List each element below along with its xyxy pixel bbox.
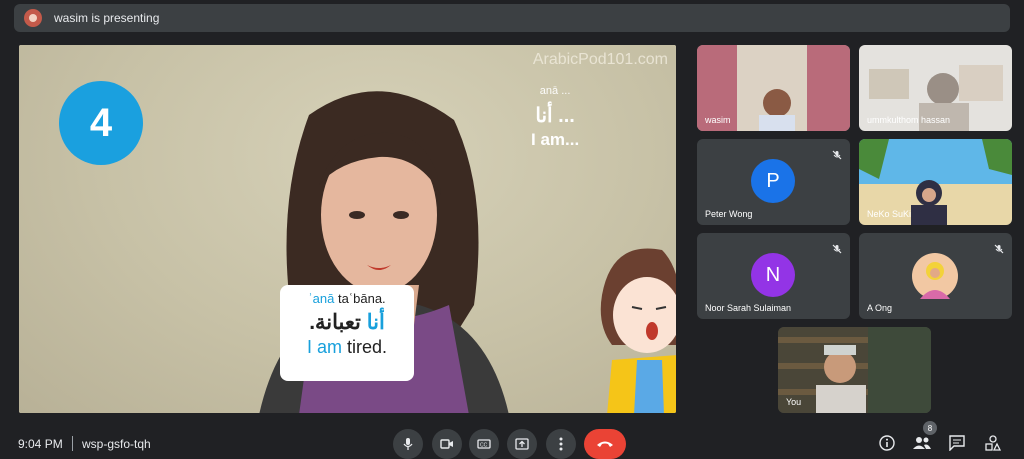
presenting-banner: wasim is presenting (14, 4, 1010, 32)
participant-tile-ummkulthom[interactable]: ummkulthom hassan (859, 45, 1012, 131)
watermark: ArabicPod101.com (532, 51, 668, 68)
participant-tile-self[interactable]: You (778, 327, 931, 413)
microphone-icon (403, 438, 413, 450)
avatar: N (751, 253, 795, 297)
phrase-transliteration: anā ... (539, 85, 571, 97)
people-icon (913, 437, 931, 449)
chat-button[interactable] (947, 433, 967, 453)
divider (72, 436, 73, 451)
subtitle-translit-highlight: ʾanā (308, 291, 335, 306)
presenting-text: wasim is presenting (54, 11, 160, 25)
participant-count-badge: 8 (923, 421, 937, 435)
captions-button[interactable]: CC (469, 429, 499, 459)
chat-icon (949, 435, 965, 451)
subtitle-english-highlight: I am (306, 337, 342, 357)
meeting-details-button[interactable] (877, 433, 897, 453)
people-button[interactable] (912, 433, 932, 453)
subtitle-transliteration: ʾanā taʿbāna. (280, 291, 414, 306)
present-screen-button[interactable] (507, 429, 537, 459)
participant-tile-a-ong[interactable]: A Ong (859, 233, 1012, 319)
avatar (912, 253, 958, 299)
subtitle-arabic-rest: تعبانة. (309, 311, 367, 334)
mic-off-icon (832, 147, 842, 165)
phone-hangup-icon (597, 441, 613, 447)
participant-tile-peter-wong[interactable]: P Peter Wong (697, 139, 850, 225)
mic-off-icon (832, 241, 842, 259)
participant-tile-neko-suki[interactable]: NeKo SuKi (859, 139, 1012, 225)
subtitle-arabic-highlight: أنا (366, 311, 385, 334)
phrase-english: I am... (531, 130, 580, 149)
meeting-time: 9:04 PM (18, 437, 63, 451)
mic-off-icon (994, 241, 1004, 259)
participant-name: ummkulthom hassan (867, 115, 951, 125)
subtitle-card: ʾanā taʿbāna. أنا تعبانة. I am tired. (280, 285, 414, 381)
participant-tile-noor-sarah[interactable]: N Noor Sarah Sulaiman (697, 233, 850, 319)
subtitle-english-rest: tired. (341, 337, 388, 357)
cartoon-character (600, 248, 676, 413)
phrase-arabic: أنا ... (535, 105, 575, 127)
more-options-button[interactable] (546, 429, 576, 459)
presentation-stage: ArabicPod101.com 4 anā ... أنا ... I am.… (19, 45, 676, 413)
info-icon (879, 435, 895, 451)
presenter-avatar (24, 9, 42, 27)
camera-button[interactable] (432, 429, 462, 459)
participant-name: You (786, 397, 802, 407)
leave-call-button[interactable] (584, 429, 626, 459)
svg-text:CC: CC (480, 443, 488, 449)
participant-name: Noor Sarah Sulaiman (705, 303, 792, 313)
bottom-control-bar: 9:04 PM wsp-gsfo-tqh CC 8 (0, 421, 1024, 459)
present-screen-icon (515, 438, 529, 450)
avatar: P (751, 159, 795, 203)
participant-name: A Ong (867, 303, 893, 313)
participant-name: NeKo SuKi (867, 209, 912, 219)
phrase-overlay: anā ... أنا ... I am... (531, 85, 579, 150)
camera-icon (440, 439, 453, 449)
microphone-button[interactable] (393, 429, 423, 459)
lesson-number-badge: 4 (59, 81, 143, 165)
subtitle-arabic: أنا تعبانة. (280, 310, 414, 335)
participant-name: Peter Wong (705, 209, 753, 219)
more-vert-icon (559, 437, 563, 451)
participant-tile-wasim[interactable]: wasim (697, 45, 850, 131)
meeting-code: wsp-gsfo-tqh (82, 437, 151, 451)
subtitle-english: I am tired. (280, 337, 414, 358)
activities-button[interactable] (983, 433, 1003, 453)
activities-icon (985, 435, 1001, 451)
participant-name: wasim (705, 115, 731, 125)
subtitle-translit-rest: taʿbāna. (334, 291, 386, 306)
captions-icon: CC (477, 439, 491, 449)
